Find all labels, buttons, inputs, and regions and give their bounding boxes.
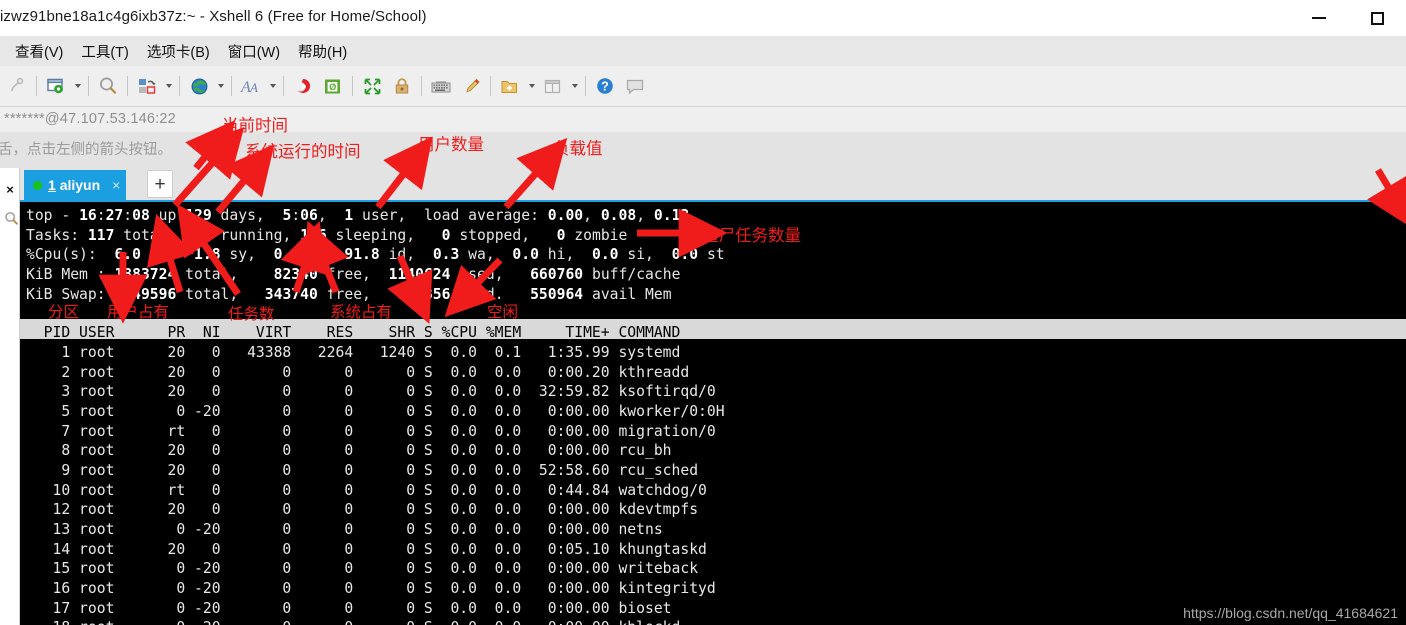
- chevron-down-icon: [165, 84, 172, 88]
- toolbar-separator: [283, 76, 284, 96]
- host-address: *******@47.107.53.146:22: [4, 111, 176, 127]
- xshell-window: izwz91bne18a1c4g6ixb37z:~ - Xshell 6 (Fr…: [0, 0, 1406, 625]
- tab-status-dot: [33, 180, 42, 190]
- xftp-icon[interactable]: Ø: [318, 70, 348, 102]
- tab-strip: 1 aliyun × +: [20, 168, 1406, 202]
- toolbar-separator: [352, 76, 353, 96]
- hint-text: 舌，点击左侧的箭头按钮。: [0, 142, 172, 158]
- anno-task-count: 任务数: [228, 305, 275, 323]
- anno-zombie-tasks: 僵尸任务数量: [702, 226, 801, 245]
- chevron-down-icon: [217, 84, 224, 88]
- anno-uptime: 系统运行的时间: [245, 142, 361, 161]
- tab-title: aliyun: [59, 177, 101, 193]
- toolbar-separator: [88, 76, 89, 96]
- tab-aliyun[interactable]: 1 aliyun ×: [24, 170, 127, 200]
- terminal[interactable]: top - 16:27:08 up 129 days, 5:06, 1 user…: [20, 202, 1406, 625]
- window-title: izwz91bne18a1c4g6ixb37z:~ - Xshell 6 (Fr…: [0, 8, 427, 25]
- globe-icon[interactable]: [184, 70, 214, 102]
- fullscreen-icon[interactable]: [357, 70, 387, 102]
- top-summary: top - 16:27:08 up 129 days, 5:06, 1 user…: [26, 207, 725, 303]
- new-folder-icon[interactable]: [495, 70, 525, 102]
- search-icon[interactable]: [2, 208, 20, 228]
- session-manager-dropdown[interactable]: [71, 70, 84, 102]
- left-rail: ×: [0, 168, 20, 625]
- find-icon[interactable]: [93, 70, 123, 102]
- menu-bar: 查看(V) 工具(T) 选项卡(B) 窗口(W) 帮助(H): [0, 36, 1406, 66]
- chevron-down-icon: [269, 84, 276, 88]
- anno-load-average: 负载值: [553, 139, 603, 158]
- highlight-icon[interactable]: [456, 70, 486, 102]
- process-table-rows: 1 root 20 0 43388 2264 1240 S 0.0 0.1 1:…: [20, 339, 1406, 625]
- help-icon[interactable]: ?: [590, 70, 620, 102]
- menu-tabs[interactable]: 选项卡(B): [138, 38, 219, 65]
- toolbar-separator: [421, 76, 422, 96]
- toolbar-separator: [231, 76, 232, 96]
- close-rail-button[interactable]: ×: [0, 180, 20, 198]
- chevron-down-icon: [74, 84, 81, 88]
- session-manager-icon[interactable]: [41, 70, 71, 102]
- address-bar: *******@47.107.53.146:22: [0, 107, 1406, 132]
- layout-icon[interactable]: [538, 70, 568, 102]
- menu-tools[interactable]: 工具(T): [72, 38, 138, 65]
- menu-view[interactable]: 查看(V): [6, 38, 72, 65]
- transfer-dropdown[interactable]: [162, 70, 175, 102]
- chevron-down-icon: [571, 84, 578, 88]
- new-tab-button[interactable]: +: [147, 170, 173, 198]
- anno-user-usage: 用户占有: [107, 303, 170, 321]
- svg-text:A: A: [249, 80, 258, 95]
- toolbar-separator: [179, 76, 180, 96]
- new-session-icon[interactable]: [2, 70, 32, 102]
- anno-partition: 分区: [48, 303, 80, 321]
- lock-icon[interactable]: [387, 70, 417, 102]
- maximize-icon: [1370, 11, 1384, 25]
- anno-user-count: 用户数量: [418, 135, 484, 154]
- anno-system-usage: 系统占有: [330, 303, 393, 321]
- hint-bar: 舌，点击左侧的箭头按钮。: [0, 132, 1406, 168]
- menu-help[interactable]: 帮助(H): [289, 38, 356, 65]
- font-icon[interactable]: A A: [236, 70, 266, 102]
- anno-free: 空闲: [487, 303, 519, 321]
- toolbar-separator: [36, 76, 37, 96]
- minimize-icon: [1312, 17, 1326, 19]
- nautilus-icon[interactable]: [288, 70, 318, 102]
- svg-text:Ø: Ø: [329, 81, 336, 91]
- tab-label: 1 aliyun: [48, 177, 100, 193]
- keyboard-icon[interactable]: [426, 70, 456, 102]
- new-folder-dropdown[interactable]: [525, 70, 538, 102]
- toolbar-separator: [585, 76, 586, 96]
- svg-text:?: ?: [601, 80, 609, 94]
- maximize-button[interactable]: [1348, 0, 1406, 36]
- menu-window[interactable]: 窗口(W): [219, 38, 289, 65]
- toolbar: A A Ø ?: [0, 66, 1406, 107]
- toolbar-separator: [490, 76, 491, 96]
- title-bar: izwz91bne18a1c4g6ixb37z:~ - Xshell 6 (Fr…: [0, 0, 1406, 36]
- globe-dropdown[interactable]: [214, 70, 227, 102]
- font-dropdown[interactable]: [266, 70, 279, 102]
- process-rows: 1 root 20 0 43388 2264 1240 S 0.0 0.1 1:…: [52, 344, 725, 625]
- tab-index: 1: [48, 177, 56, 193]
- chevron-down-icon: [528, 84, 535, 88]
- toolbar-separator: [127, 76, 128, 96]
- transfer-icon[interactable]: [132, 70, 162, 102]
- layout-dropdown[interactable]: [568, 70, 581, 102]
- window-controls: [1290, 0, 1406, 36]
- watermark: https://blog.csdn.net/qq_41684621: [1183, 605, 1398, 621]
- anno-current-time: 当前时间: [222, 116, 288, 135]
- tab-close-icon[interactable]: ×: [112, 177, 120, 193]
- minimize-button[interactable]: [1290, 0, 1348, 36]
- chat-icon[interactable]: [620, 70, 650, 102]
